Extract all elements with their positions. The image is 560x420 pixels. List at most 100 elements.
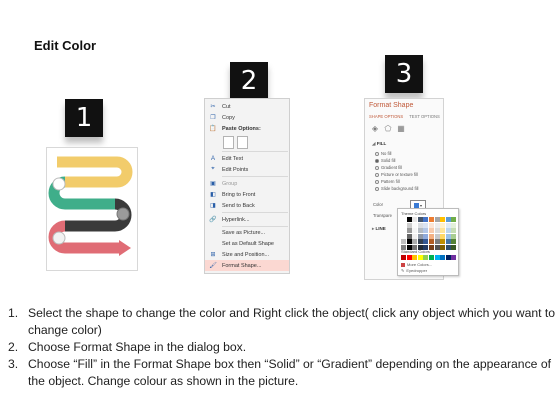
- color-swatch[interactable]: [440, 239, 446, 245]
- color-swatch[interactable]: [445, 244, 451, 250]
- effects-icon[interactable]: ⬠: [383, 124, 393, 133]
- color-swatch[interactable]: [406, 255, 412, 260]
- color-swatch[interactable]: [401, 233, 406, 239]
- color-swatch[interactable]: [412, 228, 418, 234]
- color-swatch[interactable]: [401, 222, 406, 228]
- color-swatch[interactable]: [412, 233, 418, 239]
- menu-item-save-as-picture[interactable]: Save as Picture...: [205, 227, 289, 238]
- color-swatch[interactable]: [417, 233, 423, 239]
- color-swatch[interactable]: [451, 228, 457, 234]
- menu-item-size-position[interactable]: ⊞ Size and Position...: [205, 249, 289, 260]
- color-swatch[interactable]: [428, 217, 434, 222]
- color-swatch[interactable]: [434, 233, 440, 239]
- fill-option-solid[interactable]: Solid fill: [375, 158, 395, 163]
- fill-section-header[interactable]: ◢ FILL: [372, 141, 386, 147]
- color-swatch[interactable]: [401, 217, 406, 222]
- menu-item-set-default-shape[interactable]: Set as Default Shape: [205, 238, 289, 249]
- color-swatch[interactable]: [423, 217, 429, 222]
- color-swatch[interactable]: [406, 217, 412, 222]
- color-swatch[interactable]: [406, 239, 412, 245]
- color-swatch[interactable]: [412, 255, 418, 260]
- color-swatch[interactable]: [401, 255, 406, 260]
- fill-option-slide-background[interactable]: Slide background fill: [375, 186, 418, 191]
- eyedropper-item[interactable]: ✎ Eyedropper: [401, 268, 427, 273]
- menu-item-send-to-back[interactable]: ◨ Send to Back: [205, 200, 289, 211]
- color-swatch[interactable]: [401, 239, 406, 245]
- tab-text-options[interactable]: TEXT OPTIONS: [409, 114, 440, 119]
- color-swatch[interactable]: [406, 222, 412, 228]
- color-swatch[interactable]: [451, 217, 457, 222]
- menu-item-hyperlink[interactable]: 🔗 Hyperlink...: [205, 214, 289, 225]
- shape-preview[interactable]: [46, 147, 138, 271]
- color-swatch[interactable]: [445, 233, 451, 239]
- color-swatch[interactable]: [434, 244, 440, 250]
- color-swatch[interactable]: [428, 222, 434, 228]
- fill-option-no-fill[interactable]: No fill: [375, 151, 391, 156]
- color-swatch[interactable]: [417, 255, 423, 260]
- color-swatch[interactable]: [428, 233, 434, 239]
- more-colors-item[interactable]: More Colors...: [401, 262, 432, 267]
- size-properties-icon[interactable]: ▦: [396, 124, 406, 133]
- color-swatch[interactable]: [417, 239, 423, 245]
- color-swatch[interactable]: [434, 239, 440, 245]
- color-swatch[interactable]: [417, 217, 423, 222]
- line-section-header[interactable]: ▸ LINE: [372, 226, 386, 232]
- fill-option-pattern[interactable]: Pattern fill: [375, 179, 400, 184]
- paste-keep-source-icon[interactable]: [223, 136, 234, 149]
- color-swatch[interactable]: [445, 222, 451, 228]
- color-swatch[interactable]: [423, 222, 429, 228]
- menu-item-cut[interactable]: ✂ Cut: [205, 101, 289, 112]
- menu-item-format-shape[interactable]: 🖌 Format Shape...: [205, 260, 289, 271]
- menu-item-label: Save as Picture...: [222, 229, 266, 236]
- color-swatch[interactable]: [417, 228, 423, 234]
- color-swatch[interactable]: [412, 239, 418, 245]
- menu-item-edit-points[interactable]: ⌖ Edit Points: [205, 164, 289, 175]
- menu-item-bring-to-front[interactable]: ◧ Bring to Front: [205, 189, 289, 200]
- fill-line-icon[interactable]: ◈: [370, 124, 380, 133]
- color-swatch[interactable]: [440, 255, 446, 260]
- color-swatch[interactable]: [440, 228, 446, 234]
- color-swatch[interactable]: [440, 244, 446, 250]
- size-position-icon: ⊞: [210, 252, 216, 258]
- fill-option-picture[interactable]: Picture or texture fill: [375, 172, 418, 177]
- color-swatch[interactable]: [406, 228, 412, 234]
- color-swatch[interactable]: [412, 222, 418, 228]
- menu-item-copy[interactable]: ❐ Copy: [205, 112, 289, 123]
- menu-item-label: Size and Position...: [222, 251, 270, 258]
- step-number: 1.: [8, 306, 19, 320]
- color-swatch[interactable]: [440, 217, 446, 222]
- color-swatch[interactable]: [423, 239, 429, 245]
- color-swatch[interactable]: [451, 233, 457, 239]
- menu-separator: [222, 151, 288, 152]
- color-swatch[interactable]: [434, 217, 440, 222]
- color-swatch[interactable]: [434, 255, 440, 260]
- color-swatch[interactable]: [451, 239, 457, 245]
- color-swatch[interactable]: [445, 239, 451, 245]
- color-swatch[interactable]: [406, 233, 412, 239]
- color-swatch[interactable]: [445, 255, 451, 260]
- color-swatch[interactable]: [434, 222, 440, 228]
- color-swatch[interactable]: [451, 222, 457, 228]
- color-swatch[interactable]: [417, 222, 423, 228]
- menu-item-edit-text[interactable]: A Edit Text: [205, 153, 289, 164]
- color-swatch[interactable]: [451, 255, 457, 260]
- menu-item-group[interactable]: ▣ Group: [205, 178, 289, 189]
- color-swatch[interactable]: [428, 228, 434, 234]
- color-swatch[interactable]: [423, 228, 429, 234]
- color-swatch[interactable]: [451, 244, 457, 250]
- paste-picture-icon[interactable]: [237, 136, 248, 149]
- color-swatch[interactable]: [428, 255, 434, 260]
- color-swatch[interactable]: [440, 222, 446, 228]
- color-swatch[interactable]: [445, 228, 451, 234]
- tab-shape-options[interactable]: SHAPE OPTIONS: [369, 114, 403, 119]
- fill-option-gradient[interactable]: Gradient fill: [375, 165, 402, 170]
- color-swatch[interactable]: [423, 255, 429, 260]
- color-swatch[interactable]: [412, 217, 418, 222]
- color-swatch[interactable]: [440, 233, 446, 239]
- color-swatch[interactable]: [428, 239, 434, 245]
- color-swatch[interactable]: [401, 228, 406, 234]
- color-swatch[interactable]: [423, 233, 429, 239]
- menu-item-paste-options: 📋 Paste Options:: [205, 123, 289, 134]
- color-swatch[interactable]: [434, 228, 440, 234]
- color-swatch[interactable]: [445, 217, 451, 222]
